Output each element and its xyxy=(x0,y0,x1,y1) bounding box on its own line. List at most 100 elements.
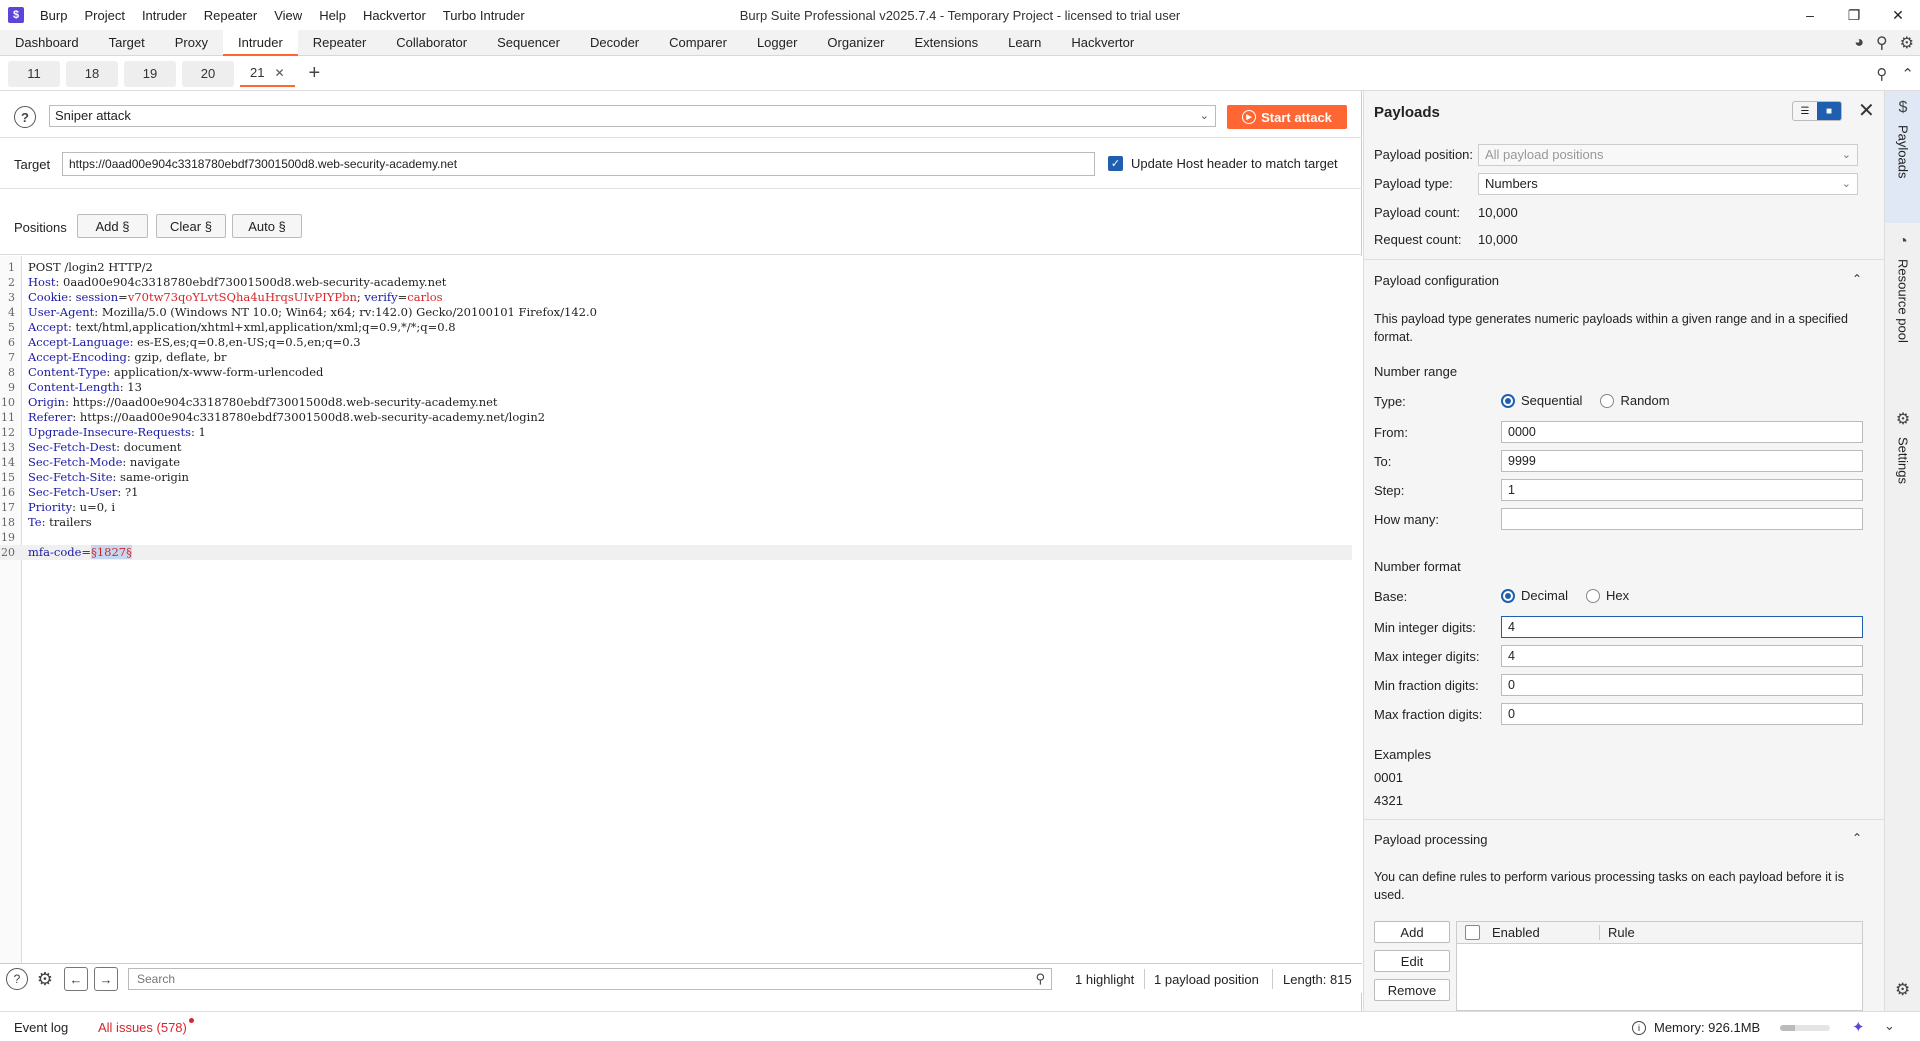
info-icon[interactable]: i xyxy=(1632,1020,1646,1035)
enabled-column[interactable]: Enabled xyxy=(1492,925,1600,940)
help-icon[interactable]: ? xyxy=(14,106,36,128)
payload-type-select[interactable]: Numbers ⌄ xyxy=(1478,173,1858,195)
tab-hackvertor[interactable]: Hackvertor xyxy=(1056,30,1149,56)
step-input[interactable]: 1 xyxy=(1501,479,1863,501)
update-host-checkbox[interactable]: ✓ xyxy=(1108,156,1123,171)
max-fraction-digits-input[interactable]: 0 xyxy=(1501,703,1863,725)
tab-dashboard[interactable]: Dashboard xyxy=(0,30,94,56)
add-tab-icon[interactable]: + xyxy=(309,62,321,85)
start-attack-button[interactable]: ▶ Start attack xyxy=(1227,105,1347,129)
close-tab-icon[interactable]: ✕ xyxy=(274,66,284,80)
gear-icon[interactable]: ⚙ xyxy=(1900,33,1914,53)
menu-intruder[interactable]: Intruder xyxy=(142,8,196,23)
sidebar-item-settings[interactable]: ⚙ Settings xyxy=(1885,401,1920,511)
subtab-11[interactable]: 11 xyxy=(8,60,60,87)
from-input[interactable]: 0000 xyxy=(1501,421,1863,443)
chevron-down-icon[interactable]: ⌄ xyxy=(1884,1018,1895,1034)
request-line: 7 Accept-Encoding: gzip, deflate, br xyxy=(8,350,227,364)
request-line: 1 POST /login2 HTTP/2 xyxy=(8,260,153,274)
menu-burp[interactable]: Burp xyxy=(40,8,76,23)
tab-intruder[interactable]: Intruder xyxy=(222,29,298,56)
decimal-radio[interactable]: Decimal xyxy=(1501,588,1568,603)
tab-collaborator[interactable]: Collaborator xyxy=(381,30,482,56)
attack-type-select[interactable]: Sniper attack ⌄ xyxy=(49,105,1216,127)
positions-row: Positions Add § Clear § Auto § xyxy=(0,189,1362,255)
payload-position-select[interactable]: All payload positions ⌄ xyxy=(1478,144,1858,166)
sequential-radio[interactable]: Sequential xyxy=(1501,393,1582,408)
title-bar: $ Burp Project Intruder Repeater View He… xyxy=(0,0,1920,30)
request-line: 13 Sec-Fetch-Dest: document xyxy=(1,440,182,454)
tab-logger[interactable]: Logger xyxy=(742,30,812,56)
minimize-button[interactable]: – xyxy=(1788,0,1832,30)
menu-project[interactable]: Project xyxy=(84,8,133,23)
tab-extensions[interactable]: Extensions xyxy=(900,30,994,56)
auto-marker-button[interactable]: Auto § xyxy=(232,214,302,238)
search-tabs-icon[interactable]: ⚲ xyxy=(1876,65,1887,83)
settings-gear-icon[interactable]: ⚙ xyxy=(1895,980,1910,1000)
tab-comparer[interactable]: Comparer xyxy=(654,30,742,56)
menu-help[interactable]: Help xyxy=(319,8,355,23)
search-icon[interactable]: ⚲ xyxy=(1035,969,1045,989)
ai-sparkle-icon[interactable]: ✦ xyxy=(1852,1018,1865,1036)
request-editor[interactable]: 1 POST /login2 HTTP/2 2 Host: 0aad00e904c3… xyxy=(0,256,1362,963)
remove-rule-button[interactable]: Remove xyxy=(1374,979,1450,1001)
processing-rules-table[interactable]: Enabled Rule xyxy=(1456,921,1863,1011)
tab-organizer[interactable]: Organizer xyxy=(812,30,899,56)
arrow-forward-icon[interactable]: → xyxy=(94,967,118,991)
subtab-20[interactable]: 20 xyxy=(182,60,234,87)
search-input[interactable]: Search ⚲ xyxy=(128,968,1052,990)
subtab-19[interactable]: 19 xyxy=(124,60,176,87)
tab-proxy[interactable]: Proxy xyxy=(160,30,223,56)
layout-panel-icon[interactable]: ■ xyxy=(1817,102,1841,120)
all-issues-link[interactable]: All issues (578) xyxy=(98,1020,187,1035)
tab-repeater[interactable]: Repeater xyxy=(298,30,381,56)
tab-sequencer[interactable]: Sequencer xyxy=(482,30,575,56)
min-integer-digits-input[interactable]: 4 xyxy=(1501,616,1863,638)
max-integer-digits-input[interactable]: 4 xyxy=(1501,645,1863,667)
menu-view[interactable]: View xyxy=(274,8,311,23)
add-rule-button[interactable]: Add xyxy=(1374,921,1450,943)
event-log-link[interactable]: Event log xyxy=(14,1020,68,1035)
top-right-icons: ◕ ⚲ ⚙ xyxy=(1854,30,1914,56)
settings-gear-icon[interactable]: ⚙ xyxy=(34,968,56,990)
close-window-button[interactable]: ✕ xyxy=(1876,0,1920,30)
subtab-18[interactable]: 18 xyxy=(66,60,118,87)
tab-target[interactable]: Target xyxy=(94,30,160,56)
to-input[interactable]: 9999 xyxy=(1501,450,1863,472)
menu-bar: Burp Project Intruder Repeater View Help… xyxy=(40,8,542,23)
tab-decoder[interactable]: Decoder xyxy=(575,30,654,56)
help-icon[interactable]: ? xyxy=(6,968,28,990)
add-marker-button[interactable]: Add § xyxy=(77,214,148,238)
collapse-chevron-icon[interactable]: ⌃ xyxy=(1852,272,1862,286)
collapse-chevron-icon[interactable]: ⌃ xyxy=(1852,831,1862,845)
random-radio[interactable]: Random xyxy=(1600,393,1670,408)
min-fraction-digits-input[interactable]: 0 xyxy=(1501,674,1863,696)
arrow-back-icon[interactable]: ← xyxy=(64,967,88,991)
clear-marker-button[interactable]: Clear § xyxy=(156,214,226,238)
menu-repeater[interactable]: Repeater xyxy=(204,8,266,23)
sidebar-item-resource-pool[interactable]: ◔ Resource pool xyxy=(1885,225,1920,369)
subtab-21[interactable]: 21 ✕ xyxy=(240,60,295,87)
edit-rule-button[interactable]: Edit xyxy=(1374,950,1450,972)
search-icon[interactable]: ⚲ xyxy=(1876,33,1888,53)
memory-indicator: i Memory: 926.1MB xyxy=(1632,1020,1760,1035)
sidebar-item-payloads[interactable]: $ Payloads xyxy=(1885,91,1920,223)
close-icon[interactable]: ✕ xyxy=(1858,98,1875,123)
payload-count-label: Payload count: xyxy=(1374,205,1461,220)
layout-list-icon[interactable]: ☰ xyxy=(1793,102,1817,120)
update-host-option[interactable]: ✓ Update Host header to match target xyxy=(1108,156,1338,171)
payload-marker[interactable]: §1827§ xyxy=(91,545,132,559)
menu-hackvertor[interactable]: Hackvertor xyxy=(363,8,435,23)
rule-column[interactable]: Rule xyxy=(1608,925,1635,940)
menu-turbo-intruder[interactable]: Turbo Intruder xyxy=(443,8,534,23)
target-url-input[interactable]: https://0aad00e904c3318780ebdf73001500d8… xyxy=(62,152,1095,176)
how-many-input[interactable] xyxy=(1501,508,1863,530)
layout-toggle[interactable]: ☰ ■ xyxy=(1792,101,1842,121)
restore-button[interactable]: ❐ xyxy=(1832,0,1876,30)
tab-learn[interactable]: Learn xyxy=(993,30,1056,56)
select-all-checkbox[interactable] xyxy=(1465,925,1480,940)
chevron-up-icon[interactable]: ⌃ xyxy=(1901,65,1914,83)
hex-radio[interactable]: Hex xyxy=(1585,588,1629,603)
globe-icon[interactable]: ◕ xyxy=(1854,34,1864,52)
search-placeholder: Search xyxy=(137,972,176,986)
